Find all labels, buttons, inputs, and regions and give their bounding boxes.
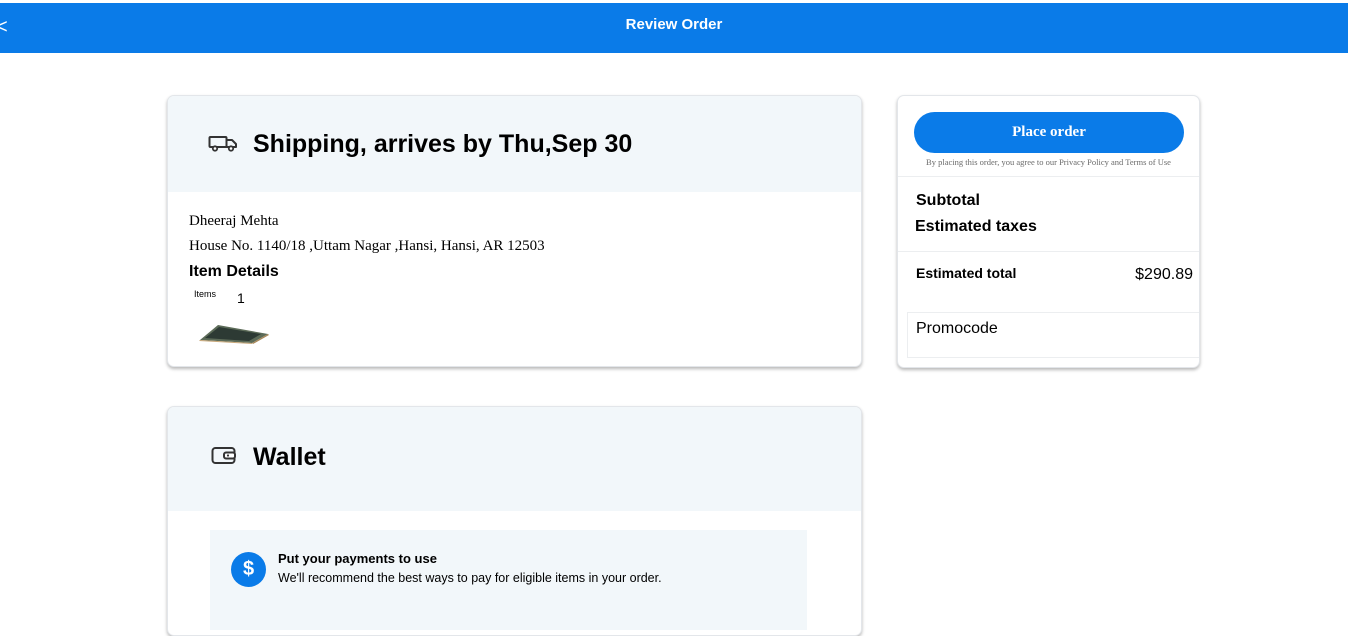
subtotal-label: Subtotal (916, 192, 980, 209)
estimated-total-label: Estimated total (916, 265, 1017, 281)
page-title: Review Order (625, 16, 723, 33)
recipient-address: House No. 1140/18 ,Uttam Nagar ,Hansi, H… (189, 238, 545, 254)
place-order-button[interactable]: Place order (914, 112, 1184, 153)
top-bar: < Review Order (0, 3, 1348, 53)
wallet-tip-body: We'll recommend the best ways to pay for… (278, 571, 662, 585)
wallet-tip-title: Put your payments to use (278, 551, 437, 566)
shipping-card: Shipping, arrives by Thu,Sep 30 Dheeraj … (167, 95, 862, 367)
dollar-icon: $ (231, 552, 266, 587)
wallet-icon (211, 447, 236, 464)
items-label: Items (194, 289, 217, 299)
estimated-total-value: $290.89 (1135, 266, 1193, 283)
summary-divider (898, 251, 1199, 252)
product-image (199, 325, 269, 344)
shipping-title: Shipping, arrives by Thu,Sep 30 (253, 130, 633, 158)
item-details-heading: Item Details (189, 263, 279, 280)
promocode-label: Promocode (916, 320, 998, 337)
recipient-name: Dheeraj Mehta (189, 213, 279, 229)
wallet-title: Wallet (253, 443, 326, 471)
order-disclaimer: By placing this order, you agree to our … (926, 157, 1171, 167)
truck-icon (208, 136, 237, 152)
wallet-tip: $ Put your payments to use We'll recomme… (210, 530, 807, 630)
wallet-card: Wallet $ Put your payments to use We'll … (167, 406, 862, 636)
items-count: 1 (237, 290, 245, 306)
summary-divider (898, 176, 1199, 177)
order-summary-card: Place order By placing this order, you a… (897, 95, 1200, 368)
shipping-card-header: Shipping, arrives by Thu,Sep 30 (168, 96, 861, 192)
estimated-taxes-label: Estimated taxes (915, 218, 1037, 235)
wallet-card-header: Wallet (168, 407, 861, 511)
promocode-row[interactable]: Promocode (907, 312, 1199, 358)
